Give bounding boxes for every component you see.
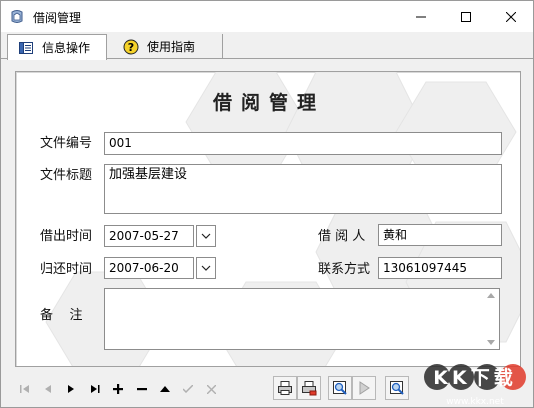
window-title: 借阅管理 xyxy=(33,11,82,25)
zoom-icon xyxy=(390,381,404,395)
close-icon xyxy=(505,11,516,22)
edit-record-button[interactable] xyxy=(155,379,175,399)
tab-user-guide[interactable]: ? 使用指南 xyxy=(113,34,223,59)
tab-label: 信息操作 xyxy=(42,41,91,55)
check-icon xyxy=(183,385,193,393)
form-title: 借阅管理 xyxy=(212,92,325,114)
print-setup-button[interactable] xyxy=(297,376,321,400)
minus-icon xyxy=(137,388,147,391)
print-preview-icon xyxy=(302,381,317,396)
cancel-record-button[interactable] xyxy=(201,379,221,399)
tab-label: 使用指南 xyxy=(147,40,196,54)
main-window: 借阅管理 信息操作 ? 使用指南 借阅管理 文件编号 001 文件标题 加强基层… xyxy=(0,0,534,408)
title-bar: 借阅管理 xyxy=(1,1,533,32)
scroll-down-icon[interactable] xyxy=(486,340,495,345)
remark-field[interactable] xyxy=(104,288,500,350)
minimize-button[interactable] xyxy=(398,1,443,32)
form-panel: 借阅管理 文件编号 001 文件标题 加强基层建设 借出时间 2007-05-2… xyxy=(15,71,521,367)
zoom-button[interactable] xyxy=(385,376,409,400)
file-title-field[interactable]: 加强基层建设 xyxy=(104,164,502,214)
watermark-text: KK下载 xyxy=(433,366,516,389)
remark-label: 备 注 xyxy=(40,308,83,323)
contact-label: 联系方式 xyxy=(318,262,371,277)
return-time-field[interactable]: 2007-06-20 xyxy=(104,257,194,279)
scroll-up-icon[interactable] xyxy=(486,293,495,298)
document-list-icon xyxy=(19,41,33,54)
watermark-url: www.kkx.net xyxy=(446,397,504,407)
last-record-icon xyxy=(91,385,100,393)
borrow-time-dropdown-button[interactable] xyxy=(196,225,216,247)
chevron-down-icon xyxy=(201,265,211,271)
svg-text:?: ? xyxy=(128,41,134,54)
play-button[interactable] xyxy=(352,376,376,400)
post-record-button[interactable] xyxy=(178,379,198,399)
maximize-icon xyxy=(460,11,471,22)
borrower-label: 借 阅 人 xyxy=(318,229,366,244)
next-record-icon xyxy=(68,385,74,393)
close-button[interactable] xyxy=(488,1,533,32)
triangle-up-icon xyxy=(160,386,170,392)
plus-icon xyxy=(113,384,123,394)
remark-scrollbar[interactable] xyxy=(482,289,499,349)
prior-record-button[interactable] xyxy=(38,379,58,399)
first-record-icon xyxy=(20,385,29,393)
return-time-label: 归还时间 xyxy=(40,262,93,277)
delete-record-button[interactable] xyxy=(132,379,152,399)
tab-info-operation[interactable]: 信息操作 xyxy=(7,34,107,60)
cancel-x-icon xyxy=(206,384,216,394)
insert-record-button[interactable] xyxy=(108,379,128,399)
help-question-icon: ? xyxy=(123,39,139,54)
last-record-button[interactable] xyxy=(85,379,105,399)
file-no-label: 文件编号 xyxy=(40,136,93,151)
search-icon xyxy=(333,381,347,395)
tab-strip: 信息操作 ? 使用指南 xyxy=(1,32,533,60)
search-button[interactable] xyxy=(328,376,352,400)
minimize-icon xyxy=(415,16,426,17)
borrow-time-field[interactable]: 2007-05-27 xyxy=(104,225,194,247)
print-icon xyxy=(278,381,292,395)
app-icon xyxy=(11,10,23,23)
play-icon xyxy=(359,381,370,395)
maximize-button[interactable] xyxy=(443,1,488,32)
file-title-label: 文件标题 xyxy=(40,168,93,183)
prior-record-icon xyxy=(45,385,51,393)
file-no-field[interactable]: 001 xyxy=(104,132,502,155)
print-button[interactable] xyxy=(273,376,297,400)
borrower-field[interactable]: 黄和 xyxy=(378,224,502,246)
first-record-button[interactable] xyxy=(15,379,35,399)
chevron-down-icon xyxy=(201,233,211,239)
contact-field[interactable]: 13061097445 xyxy=(378,257,502,279)
next-record-button[interactable] xyxy=(61,379,81,399)
borrow-time-label: 借出时间 xyxy=(40,229,93,244)
return-time-dropdown-button[interactable] xyxy=(196,257,216,279)
